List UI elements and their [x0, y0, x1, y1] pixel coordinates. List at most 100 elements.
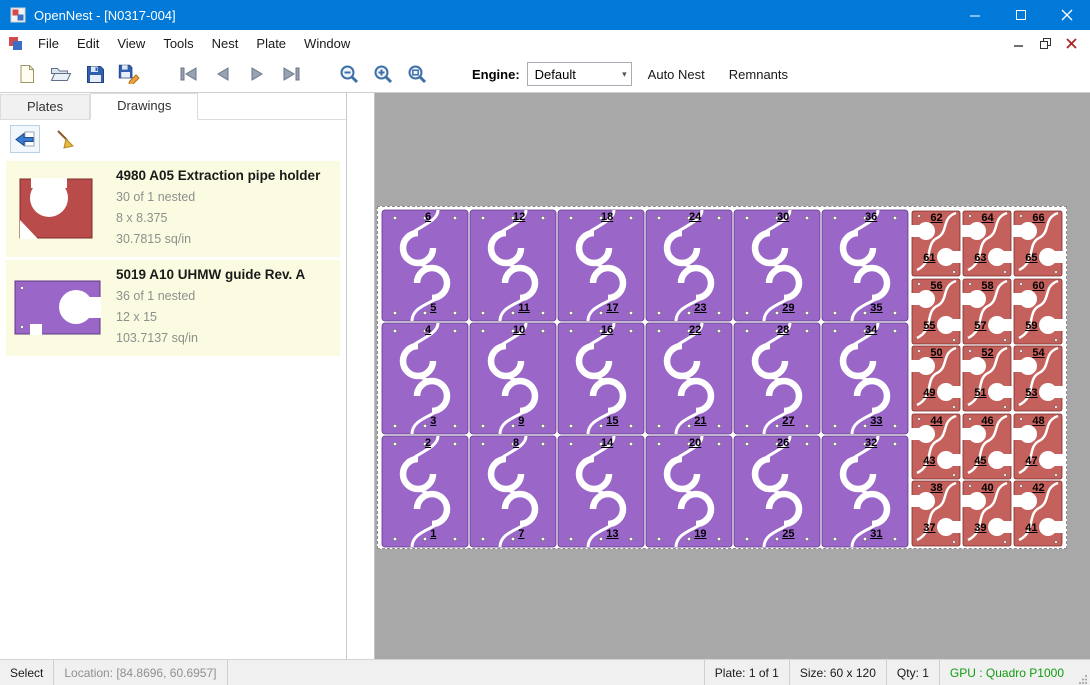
- next-plate-button[interactable]: [240, 59, 274, 89]
- menu-item-nest[interactable]: Nest: [203, 32, 248, 55]
- nested-part-pair[interactable]: 6665: [1013, 210, 1064, 278]
- resize-grip[interactable]: [1074, 659, 1090, 685]
- menu-item-edit[interactable]: Edit: [68, 32, 108, 55]
- maximize-icon[interactable]: [998, 0, 1044, 30]
- part-number: 53: [1025, 387, 1037, 399]
- nested-part-pair[interactable]: 4241: [1013, 480, 1064, 548]
- nested-part-pair[interactable]: 6059: [1013, 278, 1064, 346]
- plate[interactable]: 65 1211 1817 2423 3029: [377, 206, 1067, 549]
- part-number: 48: [1032, 415, 1044, 427]
- nested-part-pair[interactable]: 3433: [821, 322, 909, 435]
- nesting-canvas[interactable]: 65 1211 1817 2423 3029: [375, 93, 1090, 659]
- last-arrow-icon: [281, 67, 301, 81]
- nested-part-pair[interactable]: 1817: [557, 209, 645, 322]
- nested-part-pair[interactable]: 58 57: [962, 278, 1013, 346]
- nested-part-pair[interactable]: 6261: [911, 210, 962, 278]
- part-number: 8: [513, 437, 519, 449]
- drawing-nested-count: 30 of 1 nested: [116, 187, 336, 208]
- nested-part-pair[interactable]: 5049: [911, 345, 962, 413]
- part-number: 45: [974, 455, 986, 467]
- last-plate-button[interactable]: [274, 59, 308, 89]
- first-arrow-icon: [179, 67, 199, 81]
- zoom-in-button[interactable]: [366, 59, 400, 89]
- close-icon[interactable]: [1044, 0, 1090, 30]
- nested-part-pair[interactable]: 5251: [962, 345, 1013, 413]
- nested-part-pair[interactable]: 46 45: [962, 413, 1013, 481]
- zoom-fit-button[interactable]: [400, 59, 434, 89]
- nested-part-pair[interactable]: 6463: [962, 210, 1013, 278]
- nested-part-pair[interactable]: 2423: [645, 209, 733, 322]
- auto-nest-button[interactable]: Auto Nest: [640, 63, 713, 86]
- nested-part-pair[interactable]: 43: [381, 322, 469, 435]
- mdi-controls: [1008, 34, 1090, 52]
- nested-part-pair[interactable]: 109: [469, 322, 557, 435]
- nested-part-pair[interactable]: 2019: [645, 435, 733, 548]
- menu-item-window[interactable]: Window: [295, 32, 359, 55]
- remnants-button[interactable]: Remnants: [721, 63, 796, 86]
- part-number: 2: [425, 437, 431, 449]
- tab-drawings[interactable]: Drawings: [90, 93, 198, 120]
- panel-splitter[interactable]: [347, 93, 375, 659]
- part-number: 4: [425, 324, 431, 336]
- part-number: 56: [930, 280, 942, 292]
- drawing-list-item[interactable]: 4980 A05 Extraction pipe holder 30 of 1 …: [6, 161, 340, 257]
- open-button[interactable]: [44, 59, 78, 89]
- minimize-icon[interactable]: [952, 0, 998, 30]
- engine-select[interactable]: Default ▾: [527, 62, 632, 86]
- nested-part-pair[interactable]: 5453: [1013, 345, 1064, 413]
- new-button[interactable]: [10, 59, 44, 89]
- mdi-minimize-icon[interactable]: [1008, 34, 1030, 52]
- next-arrow-icon: [247, 67, 267, 81]
- menu-item-tools[interactable]: Tools: [154, 32, 202, 55]
- zoom-fit-icon: [407, 64, 427, 84]
- save-as-button[interactable]: [112, 59, 146, 89]
- part-thumbnail: [10, 267, 106, 349]
- part-number: 46: [981, 415, 993, 427]
- nested-part-pair[interactable]: 4039: [962, 480, 1013, 548]
- save-button[interactable]: [78, 59, 112, 89]
- previous-plate-button[interactable]: [206, 59, 240, 89]
- nested-part-pair[interactable]: 4847: [1013, 413, 1064, 481]
- part-number: 12: [513, 211, 525, 223]
- status-plate-count: Plate: 1 of 1: [704, 660, 789, 685]
- nested-part-pair[interactable]: 3231: [821, 435, 909, 548]
- menu-item-plate[interactable]: Plate: [247, 32, 295, 55]
- mdi-restore-icon[interactable]: [1034, 34, 1056, 52]
- menu-item-file[interactable]: File: [29, 32, 68, 55]
- part-number: 10: [513, 324, 525, 336]
- nested-part-pair[interactable]: 1211: [469, 209, 557, 322]
- nested-part-pair[interactable]: 2827: [733, 322, 821, 435]
- drawing-title: 4980 A05 Extraction pipe holder: [116, 168, 336, 183]
- drawing-dimensions: 12 x 15: [116, 307, 336, 328]
- zoom-out-button[interactable]: [332, 59, 366, 89]
- nested-part-pair[interactable]: 65: [381, 209, 469, 322]
- status-bar: Select Location: [84.8696, 60.6957] Plat…: [0, 659, 1090, 685]
- nested-part-pair[interactable]: 2625: [733, 435, 821, 548]
- nested-part-pair[interactable]: 3635: [821, 209, 909, 322]
- part-number: 58: [981, 280, 993, 292]
- engine-selected-value: Default: [535, 67, 576, 82]
- tab-plates[interactable]: Plates: [0, 94, 90, 119]
- main-area: PlatesDrawings 4980 A05 Extraction pipe …: [0, 93, 1090, 659]
- red-part-shape: [19, 178, 97, 240]
- nested-part-pair[interactable]: 3029: [733, 209, 821, 322]
- part-number: 65: [1025, 252, 1037, 264]
- first-plate-button[interactable]: [172, 59, 206, 89]
- import-drawing-button[interactable]: [10, 125, 40, 153]
- nested-part-pair[interactable]: 2221: [645, 322, 733, 435]
- window-title: OpenNest - [N0317-004]: [34, 8, 176, 23]
- mdi-close-icon[interactable]: [1060, 34, 1082, 52]
- nested-part-pair[interactable]: 1615: [557, 322, 645, 435]
- tab-strip: PlatesDrawings: [0, 93, 346, 120]
- nested-part-pair[interactable]: 5655: [911, 278, 962, 346]
- nested-part-pair[interactable]: 3837: [911, 480, 962, 548]
- nested-part-pair[interactable]: 87: [469, 435, 557, 548]
- drawing-list-item[interactable]: 5019 A10 UHMW guide Rev. A 36 of 1 neste…: [6, 260, 340, 356]
- nested-part-pair[interactable]: 4443: [911, 413, 962, 481]
- status-qty: Qty: 1: [886, 660, 939, 685]
- nested-part-pair[interactable]: 1413: [557, 435, 645, 548]
- clear-drawings-button[interactable]: [50, 125, 80, 153]
- menu-item-view[interactable]: View: [108, 32, 154, 55]
- part-number: 57: [974, 320, 986, 332]
- nested-part-pair[interactable]: 21: [381, 435, 469, 548]
